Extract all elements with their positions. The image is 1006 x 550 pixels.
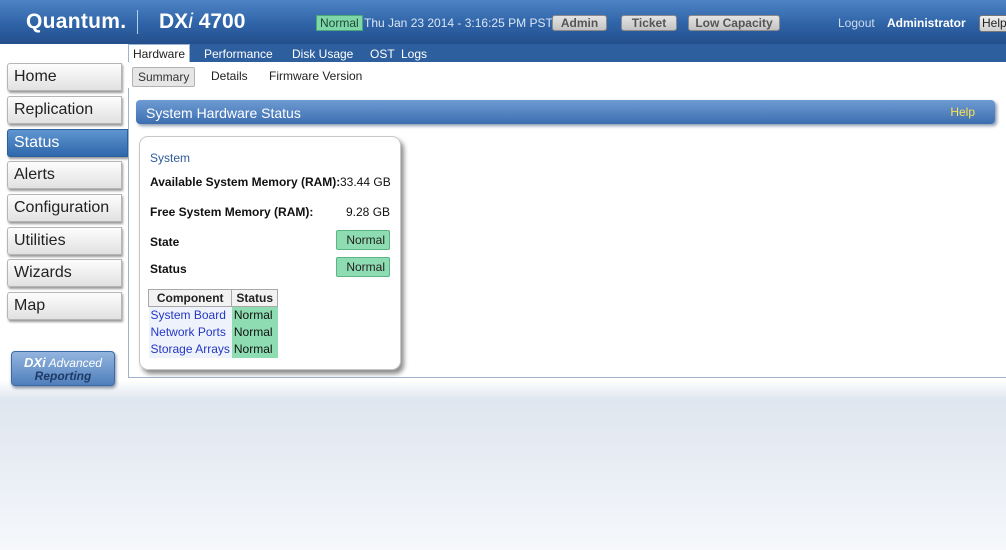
sidebar-item-status[interactable]: Status <box>7 129 128 157</box>
component-link-system-board[interactable]: System Board <box>148 306 232 324</box>
table-row: Network Ports Normal <box>148 323 278 341</box>
ticket-button[interactable]: Ticket <box>621 15 677 31</box>
top-header-bar: Quantum. DXi 4700 Normal Thu Jan 23 2014… <box>0 0 1006 44</box>
advanced-reporting-line2: Reporting <box>34 369 92 383</box>
column-header-status: Status <box>231 289 279 307</box>
advanced-reporting-line1: Advanced <box>45 356 102 370</box>
system-status-card: System Available System Memory (RAM): 33… <box>139 136 401 370</box>
table-row: Storage Arrays Normal <box>148 340 278 358</box>
quantum-logo: Quantum. <box>26 10 127 33</box>
component-link-storage-arrays[interactable]: Storage Arrays <box>148 340 232 358</box>
tab-summary[interactable]: Summary <box>132 67 196 87</box>
product-model: 4700 <box>192 10 246 33</box>
tab-hardware[interactable]: Hardware <box>128 44 191 62</box>
advanced-reporting-dxi: DXi <box>24 355 46 370</box>
sidebar-item-configuration[interactable]: Configuration <box>7 194 122 222</box>
advanced-reporting-button[interactable]: DXi Advanced Reporting <box>11 351 115 386</box>
component-status: Normal <box>231 306 278 324</box>
free-memory-value: 9.28 GB <box>346 205 391 219</box>
product-prefix: DX <box>159 10 189 33</box>
product-name: DXi 4700 <box>159 10 245 34</box>
section-title: System Hardware Status <box>146 105 301 121</box>
secondary-tab-bar: Summary Details Firmware Version <box>128 62 1006 88</box>
column-header-component: Component <box>147 289 233 307</box>
header-divider <box>137 10 138 34</box>
sidebar-item-map[interactable]: Map <box>7 292 122 320</box>
table-row: System Board Normal <box>148 306 278 324</box>
sidebar-item-home[interactable]: Home <box>7 63 122 91</box>
help-button[interactable]: Help <box>979 15 1006 32</box>
available-memory-label: Available System Memory (RAM): <box>150 175 341 189</box>
system-heading: System <box>150 151 191 165</box>
component-table: Component Status System Board Normal Net… <box>147 289 279 358</box>
section-help-link[interactable]: Help <box>950 105 975 119</box>
system-status-badge: Normal <box>316 15 363 31</box>
current-user: Administrator <box>887 16 966 30</box>
component-table-header: Component Status <box>147 289 279 307</box>
status-label: Status <box>150 262 187 276</box>
tab-disk-usage[interactable]: Disk Usage <box>292 47 353 61</box>
status-badge: Normal <box>336 257 390 277</box>
section-header: System Hardware Status Help <box>136 100 995 124</box>
admin-button[interactable]: Admin <box>552 15 607 31</box>
tab-logs[interactable]: Logs <box>401 47 427 61</box>
tab-firmware-version[interactable]: Firmware Version <box>269 69 362 83</box>
free-memory-label: Free System Memory (RAM): <box>150 205 314 219</box>
state-label: State <box>150 235 180 249</box>
component-status: Normal <box>231 323 278 341</box>
sidebar-item-wizards[interactable]: Wizards <box>7 259 122 287</box>
datetime-display: Thu Jan 23 2014 - 3:16:25 PM PST <box>364 16 553 30</box>
logout-link[interactable]: Logout <box>838 16 875 30</box>
state-badge: Normal <box>336 230 390 250</box>
tab-performance[interactable]: Performance <box>204 47 273 61</box>
component-link-network-ports[interactable]: Network Ports <box>148 323 232 341</box>
sidebar-item-utilities[interactable]: Utilities <box>7 227 122 255</box>
low-capacity-button[interactable]: Low Capacity <box>688 15 780 31</box>
available-memory-value: 33.44 GB <box>340 175 391 189</box>
tab-details[interactable]: Details <box>211 69 248 83</box>
component-status: Normal <box>231 340 278 358</box>
tab-ost[interactable]: OST <box>370 47 395 61</box>
primary-tab-bar: Hardware Performance Disk Usage OST Logs <box>128 44 1006 62</box>
sidebar-item-replication[interactable]: Replication <box>7 96 122 124</box>
sidebar-item-alerts[interactable]: Alerts <box>7 161 122 189</box>
